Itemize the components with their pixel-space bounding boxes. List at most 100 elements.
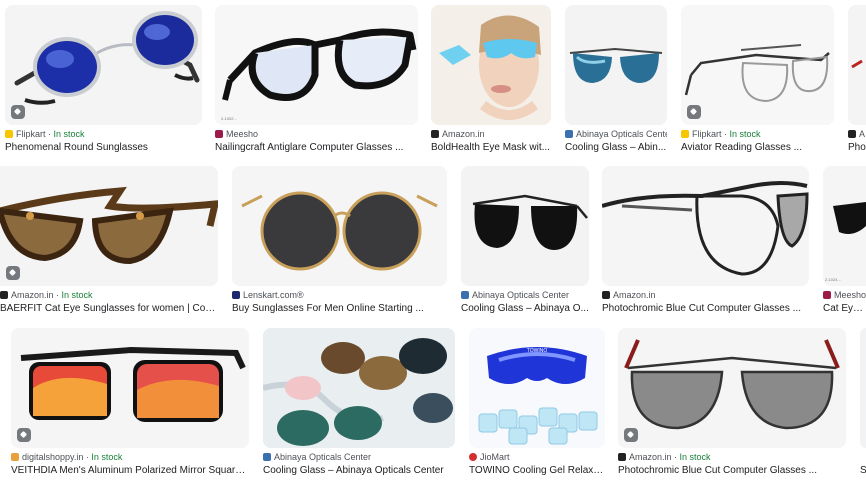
source-name: Amazon.in [442, 129, 485, 139]
eye-mask-image [431, 5, 551, 125]
photochromic-aviator-glasses-image [618, 328, 846, 448]
result-card[interactable]: Lenskart.com® Buy Sunglasses For Men Onl… [232, 166, 447, 316]
source-name: digitalshoppy.in [22, 452, 84, 462]
flipkart-favicon [5, 130, 13, 138]
result-thumbnail[interactable] [618, 328, 846, 448]
result-title[interactable]: BoldHealth Eye Mask wit... [431, 142, 551, 153]
source-name: A [859, 129, 866, 139]
result-source[interactable]: Abinaya Opticals Center [263, 452, 455, 462]
result-card[interactable]: digitalshoppy.in · In stock VEITHDIA Men… [11, 328, 249, 478]
result-source[interactable]: digitalshoppy.in · In stock [11, 452, 249, 462]
result-title[interactable]: Cat Eye S [823, 303, 866, 314]
result-card[interactable]: Flipkart · In stock Aviator Reading Glas… [681, 5, 834, 155]
result-card[interactable]: S [860, 328, 866, 478]
result-card[interactable]: Abinaya Opticals Center Cooling Glass – … [461, 166, 589, 316]
result-title[interactable]: S [860, 465, 866, 476]
result-source[interactable]: Abinaya Opticals Cente... [565, 129, 667, 139]
result-source[interactable]: Amazon.in [602, 290, 809, 300]
result-title[interactable]: Phenomenal Round Sunglasses [5, 142, 202, 153]
result-thumbnail[interactable] [860, 328, 866, 448]
aviator-reading-glasses-image [681, 5, 834, 125]
svg-text:2-1002...: 2-1002... [221, 116, 237, 121]
result-thumbnail[interactable] [0, 166, 218, 286]
result-source[interactable]: Lenskart.com® [232, 290, 447, 300]
result-title[interactable]: Nailingcraft Antiglare Computer Glasses … [215, 142, 418, 153]
abinaya-favicon [565, 130, 573, 138]
amazon-favicon [618, 453, 626, 461]
product-tag-icon [687, 105, 701, 119]
result-card[interactable]: Abinaya Opticals Cente... Cooling Glass … [565, 5, 667, 155]
result-title[interactable]: TOWINO Cooling Gel Relaxin... [469, 465, 605, 476]
result-card[interactable]: Amazon.in · In stock BAERFIT Cat Eye Sun… [0, 166, 218, 316]
abinaya-favicon [263, 453, 271, 461]
result-thumbnail[interactable] [565, 5, 667, 125]
result-thumbnail[interactable] [263, 328, 455, 448]
cooling-glass-image [565, 5, 667, 125]
result-thumbnail[interactable] [11, 328, 249, 448]
amazon-favicon [431, 130, 439, 138]
result-source[interactable]: Amazon.in · In stock [618, 452, 846, 462]
result-title[interactable]: BAERFIT Cat Eye Sunglasses for women | C… [0, 303, 218, 314]
result-card[interactable]: Amazon.in Photochromic Blue Cut Computer… [602, 166, 809, 316]
digitalshoppy-favicon [11, 453, 19, 461]
result-card[interactable]: Abinaya Opticals Center Cooling Glass – … [263, 328, 455, 478]
glasses-image [848, 5, 866, 125]
source-name: Amazon.in [629, 452, 672, 462]
result-source[interactable]: Abinaya Opticals Center [461, 290, 589, 300]
result-source[interactable]: Flipkart · In stock [681, 129, 834, 139]
brand-text: TOWINO [527, 348, 548, 354]
result-thumbnail[interactable]: TOWINO [469, 328, 605, 448]
source-name: Flipkart [692, 129, 722, 139]
amazon-favicon [602, 291, 610, 299]
result-card[interactable]: 2-1024... Meesho Cat Eye S [823, 166, 866, 316]
source-name: Amazon.in [11, 290, 54, 300]
result-source[interactable]: Meesho [215, 129, 418, 139]
product-tag-icon [6, 266, 20, 280]
result-thumbnail[interactable]: 2-1002... [215, 5, 418, 125]
stock-status: In stock [53, 129, 85, 139]
result-title[interactable]: VEITHDIA Men's Aluminum Polarized Mirror… [11, 465, 249, 476]
result-source[interactable]: Amazon.in · In stock [0, 290, 218, 300]
round-sunglasses-image [5, 5, 202, 125]
result-source[interactable]: Flipkart · In stock [5, 129, 202, 139]
result-source[interactable]: Amazon.in [431, 129, 551, 139]
result-card[interactable]: A Pho [848, 5, 866, 155]
result-thumbnail[interactable]: 2-1024... [823, 166, 866, 286]
result-title[interactable]: Photochromic Blue Cut Computer Glasses .… [602, 303, 809, 314]
meesho-favicon [823, 291, 831, 299]
result-thumbnail[interactable] [431, 5, 551, 125]
svg-text:2-1024...: 2-1024... [825, 277, 841, 282]
result-source[interactable]: JioMart [469, 452, 605, 462]
result-card[interactable]: Flipkart · In stock Phenomenal Round Sun… [5, 5, 202, 155]
result-title[interactable]: Buy Sunglasses For Men Online Starting .… [232, 303, 447, 314]
result-title[interactable]: Pho [848, 142, 866, 153]
result-thumbnail[interactable] [461, 166, 589, 286]
result-thumbnail[interactable] [848, 5, 866, 125]
antiglare-glasses-image: 2-1002... [215, 5, 418, 125]
result-title[interactable]: Aviator Reading Glasses ... [681, 142, 834, 153]
result-thumbnail[interactable] [232, 166, 447, 286]
result-title[interactable]: Photochromic Blue Cut Computer Glasses .… [618, 465, 846, 476]
cat-eye-glasses-image: 2-1024... [823, 166, 866, 286]
result-source[interactable]: Meesho [823, 290, 866, 300]
result-card[interactable]: Amazon.in · In stock Photochromic Blue C… [618, 328, 846, 478]
result-card[interactable]: Amazon.in BoldHealth Eye Mask wit... [431, 5, 551, 155]
result-title[interactable]: Cooling Glass – Abinaya Opticals Center [263, 465, 455, 476]
cooling-gel-mask-image: TOWINO [469, 328, 605, 448]
stock-status: In stock [679, 452, 711, 462]
result-title[interactable]: Cooling Glass – Abinaya O... [461, 303, 589, 314]
result-title[interactable]: Cooling Glass – Abin... [565, 142, 667, 153]
cat-eye-sunglasses-image [0, 166, 218, 286]
result-thumbnail[interactable] [681, 5, 834, 125]
amazon-favicon [848, 130, 856, 138]
result-source[interactable]: A [848, 129, 866, 139]
stock-status: In stock [61, 290, 93, 300]
source-name: JioMart [480, 452, 510, 462]
result-thumbnail[interactable] [5, 5, 202, 125]
result-thumbnail[interactable] [602, 166, 809, 286]
stock-status: In stock [91, 452, 123, 462]
photochromic-glasses-image [602, 166, 809, 286]
result-card[interactable]: TOWINO JioMart TOWINO Cooling Gel Relaxi… [469, 328, 605, 478]
result-card[interactable]: 2-1002... Meesho Nailingcraft Antiglare … [215, 5, 418, 155]
product-tag-icon [17, 428, 31, 442]
